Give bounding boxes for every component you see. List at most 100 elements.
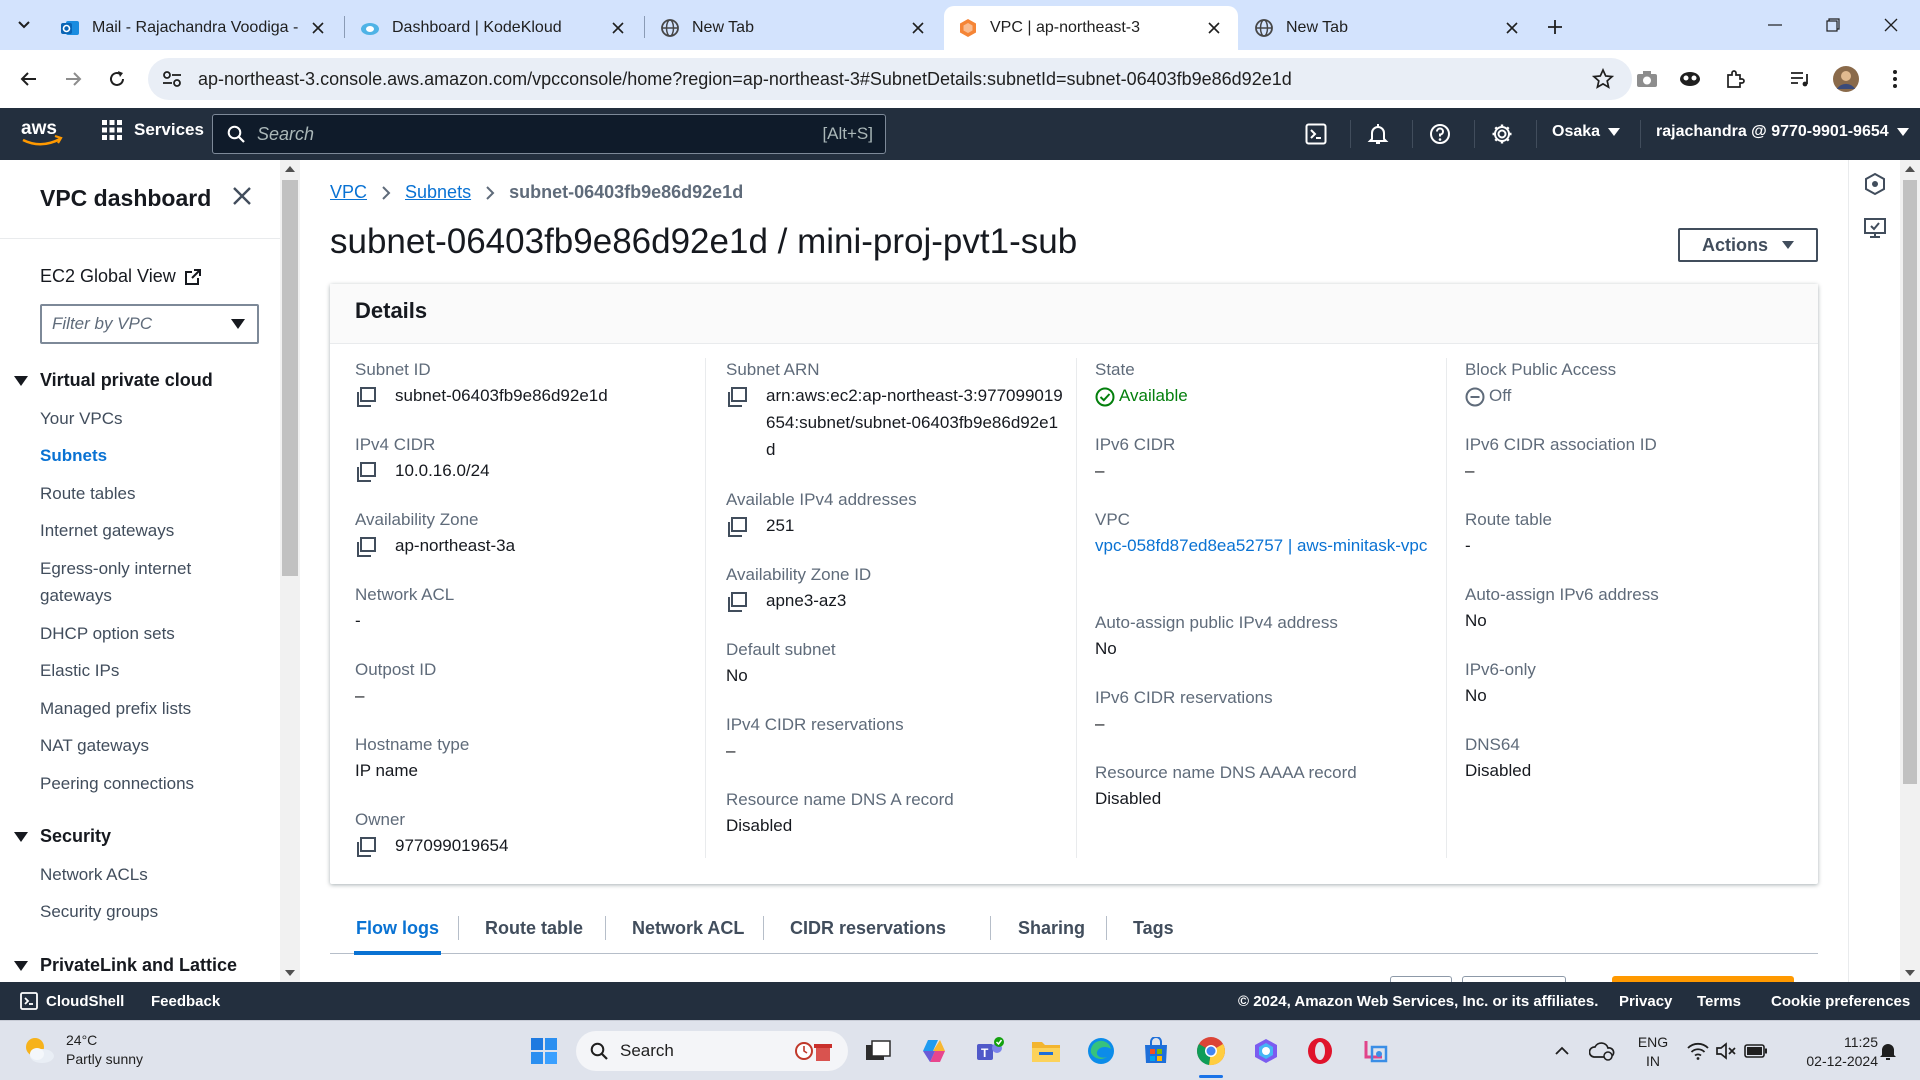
- battery-icon[interactable]: [1738, 1033, 1774, 1069]
- scroll-up-arrow-icon[interactable]: [285, 166, 295, 172]
- sidebar-item-your-vpcs[interactable]: Your VPCs: [40, 405, 230, 432]
- cloudshell-button[interactable]: CloudShell: [20, 992, 124, 1010]
- sidebar-item-nat-gateways[interactable]: NAT gateways: [40, 732, 230, 759]
- onedrive-sync-icon[interactable]: [1584, 1033, 1620, 1069]
- copilot-app-icon[interactable]: [1248, 1033, 1284, 1069]
- bookmark-star-icon[interactable]: [1592, 68, 1614, 90]
- account-menu[interactable]: rajachandra @ 9770-9901-9654: [1656, 123, 1909, 141]
- scroll-down-arrow-icon[interactable]: [285, 970, 295, 976]
- profile-avatar[interactable]: [1831, 64, 1861, 94]
- ec2-global-view-link[interactable]: EC2 Global View: [40, 266, 202, 287]
- cloudshell-icon[interactable]: [1302, 120, 1330, 148]
- breadcrumb-vpc[interactable]: VPC: [330, 182, 367, 203]
- sidebar-item-internet-gateways[interactable]: Internet gateways: [40, 517, 230, 544]
- close-tab-icon[interactable]: [908, 18, 928, 38]
- language-indicator[interactable]: ENG IN: [1628, 1033, 1678, 1071]
- services-menu[interactable]: Services: [102, 120, 204, 140]
- actions-button[interactable]: Actions: [1678, 228, 1818, 262]
- camera-icon[interactable]: [1632, 64, 1662, 94]
- tab-tags[interactable]: Tags: [1133, 902, 1174, 954]
- copy-icon[interactable]: [355, 537, 377, 557]
- copilot-icon[interactable]: [916, 1033, 952, 1069]
- browser-tab-new-tab[interactable]: New Tab: [646, 6, 942, 50]
- chevron-up-icon[interactable]: [1544, 1033, 1580, 1069]
- sidebar-section-privatelink-and-lattice[interactable]: PrivateLink and Lattice: [14, 955, 237, 976]
- tab-network-acl[interactable]: Network ACL: [632, 902, 744, 954]
- scroll-down-arrow-icon[interactable]: [1905, 970, 1915, 976]
- sidebar-scrollbar[interactable]: [280, 160, 300, 982]
- sidebar-item-managed-prefix-lists[interactable]: Managed prefix lists: [40, 695, 230, 722]
- feedback-link[interactable]: Feedback: [151, 993, 220, 1010]
- snipping-tool-icon[interactable]: [1358, 1033, 1394, 1069]
- copy-icon[interactable]: [355, 387, 377, 407]
- close-sidebar-icon[interactable]: [232, 186, 252, 206]
- opera-icon[interactable]: [1302, 1033, 1338, 1069]
- sidebar-item-network-acls[interactable]: Network ACLs: [40, 861, 230, 888]
- sidebar-item-elastic-ips[interactable]: Elastic IPs: [40, 657, 230, 684]
- file-explorer-icon[interactable]: [1028, 1033, 1064, 1069]
- windows-start-icon[interactable]: [526, 1033, 562, 1069]
- privacy-link[interactable]: Privacy: [1619, 993, 1672, 1010]
- tab-sharing[interactable]: Sharing: [1018, 902, 1085, 954]
- extension-eyes-icon[interactable]: [1675, 64, 1705, 94]
- tab-search-chevron-icon[interactable]: [8, 10, 40, 40]
- browser-tab-kodekloud[interactable]: Dashboard | KodeKloud: [346, 6, 642, 50]
- page-scrollbar[interactable]: [1900, 160, 1920, 982]
- tab-cidr-reservations[interactable]: CIDR reservations: [790, 902, 946, 954]
- copy-icon[interactable]: [726, 387, 748, 407]
- copy-icon[interactable]: [726, 592, 748, 612]
- notifications-bell-icon[interactable]: [1364, 120, 1392, 148]
- clock[interactable]: 11:25 02-12-2024: [1790, 1033, 1878, 1071]
- weather-widget[interactable]: 24°C Partly sunny: [22, 1031, 143, 1069]
- sidebar-item-subnets[interactable]: Subnets: [40, 442, 230, 469]
- feedback-panel-icon[interactable]: [1863, 216, 1887, 240]
- tab-flow-logs[interactable]: Flow logs: [354, 902, 441, 955]
- taskbar-search[interactable]: Search: [576, 1031, 848, 1071]
- close-tab-icon[interactable]: [308, 18, 328, 38]
- aws-logo[interactable]: aws: [20, 116, 64, 150]
- browser-menu-icon[interactable]: [1880, 64, 1910, 94]
- cookie-preferences-link[interactable]: Cookie preferences: [1771, 993, 1910, 1010]
- address-bar[interactable]: ap-northeast-3.console.aws.amazon.com/vp…: [148, 58, 1632, 100]
- region-selector[interactable]: Osaka: [1552, 123, 1621, 141]
- restore-window-icon[interactable]: [1808, 8, 1858, 42]
- task-view-icon[interactable]: [860, 1033, 896, 1069]
- settings-gear-icon[interactable]: [1488, 120, 1516, 148]
- reload-icon[interactable]: [98, 60, 136, 98]
- sidebar-section-security[interactable]: Security: [14, 826, 111, 847]
- microsoft-store-icon[interactable]: [1138, 1033, 1174, 1069]
- copy-icon[interactable]: [726, 517, 748, 537]
- edge-icon[interactable]: [1083, 1033, 1119, 1069]
- info-panel-icon[interactable]: [1863, 172, 1887, 196]
- teams-icon[interactable]: T: [972, 1033, 1008, 1069]
- new-tab-plus-icon[interactable]: [1540, 12, 1570, 42]
- browser-tab-vpc[interactable]: VPC | ap-northeast-3: [944, 6, 1238, 50]
- close-tab-icon[interactable]: [1204, 18, 1224, 38]
- copy-icon[interactable]: [355, 462, 377, 482]
- copy-icon[interactable]: [355, 837, 377, 857]
- close-tab-icon[interactable]: [608, 18, 628, 38]
- vpc-link[interactable]: vpc-058fd87ed8ea52757 | aws-minitask-vpc: [1095, 532, 1435, 559]
- sidebar-item-security-groups[interactable]: Security groups: [40, 898, 230, 925]
- media-control-icon[interactable]: [1785, 64, 1815, 94]
- help-icon[interactable]: [1426, 120, 1454, 148]
- sidebar-section-virtual-private-cloud[interactable]: Virtual private cloud: [14, 370, 213, 391]
- forward-arrow-icon[interactable]: [54, 60, 92, 98]
- site-settings-icon[interactable]: [162, 70, 184, 88]
- chrome-icon[interactable]: [1193, 1033, 1229, 1069]
- back-arrow-icon[interactable]: [10, 60, 48, 98]
- notification-bell-icon[interactable]: [1870, 1033, 1906, 1069]
- scrollbar-thumb[interactable]: [282, 180, 298, 576]
- sidebar-title[interactable]: VPC dashboard: [40, 185, 211, 212]
- browser-tab-mail[interactable]: Mail - Rajachandra Voodiga - O: [46, 6, 342, 50]
- browser-tab-new-tab-2[interactable]: New Tab: [1240, 6, 1536, 50]
- aws-search-input[interactable]: Search [Alt+S]: [212, 114, 886, 154]
- tab-route-table[interactable]: Route table: [485, 902, 583, 954]
- scroll-up-arrow-icon[interactable]: [1905, 166, 1915, 172]
- close-window-icon[interactable]: [1866, 8, 1916, 42]
- filter-by-vpc-select[interactable]: Filter by VPC: [40, 304, 259, 344]
- extensions-puzzle-icon[interactable]: [1720, 64, 1750, 94]
- sidebar-item-egress-only-internet-gateways[interactable]: Egress-only internet gateways: [40, 555, 230, 609]
- scrollbar-thumb[interactable]: [1903, 180, 1917, 784]
- sidebar-item-peering-connections[interactable]: Peering connections: [40, 770, 230, 797]
